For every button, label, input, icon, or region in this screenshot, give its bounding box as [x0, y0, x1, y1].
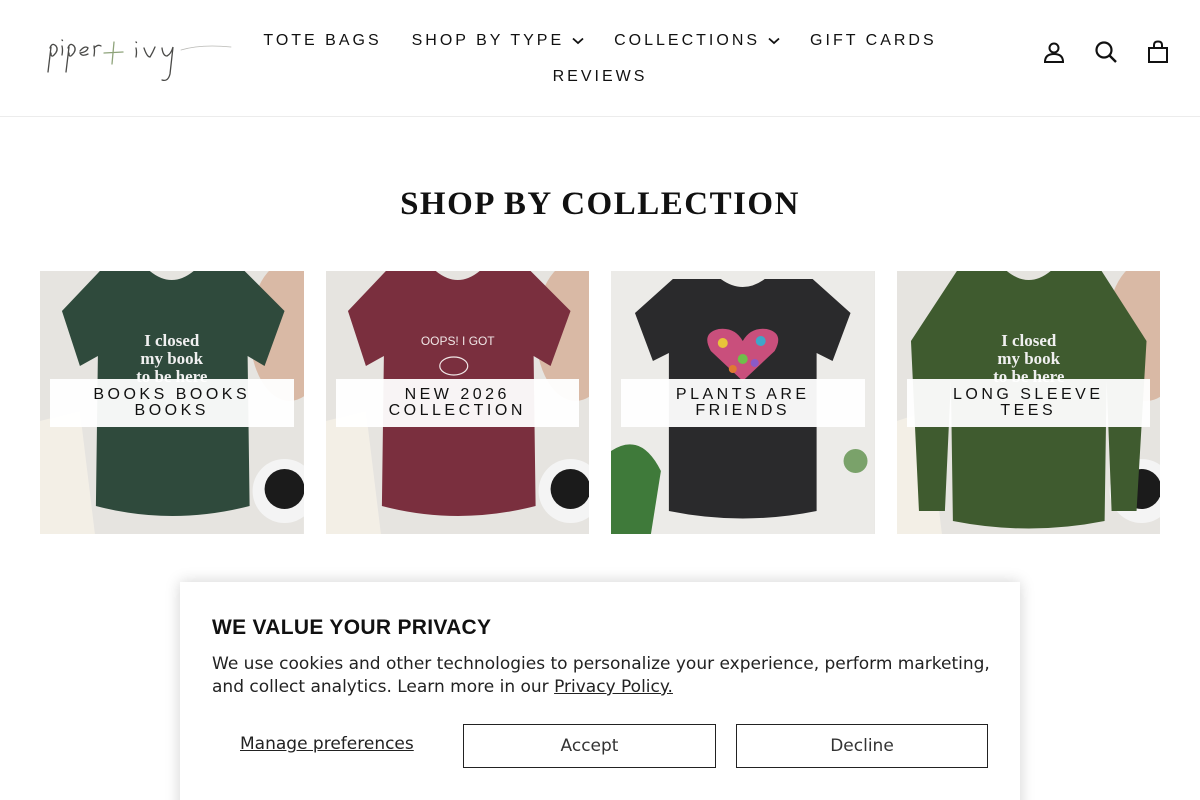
nav-item-label: GIFT CARDS — [810, 32, 937, 49]
brand-logo[interactable] — [46, 30, 236, 86]
svg-text:I closed: I closed — [1001, 331, 1057, 350]
nav-item-tote-bags[interactable]: TOTE BAGS — [263, 32, 381, 50]
accept-button[interactable]: Accept — [463, 724, 716, 768]
nav-row-primary: TOTE BAGS SHOP BY TYPE COLLECTIONS GIFT … — [250, 26, 950, 56]
header-icons — [1042, 40, 1170, 64]
cookie-title: WE VALUE YOUR PRIVACY — [212, 616, 492, 639]
collection-card-long-sleeve-tees[interactable]: I closed my book to be here LONG SLEEVE … — [896, 271, 1160, 534]
manage-preferences-link[interactable]: Manage preferences — [240, 734, 414, 754]
nav-item-reviews[interactable]: REVIEWS — [553, 68, 648, 86]
collection-label: NEW 2026 COLLECTION — [335, 379, 579, 427]
cookie-text: We use cookies and other technologies to… — [212, 653, 992, 699]
decline-button[interactable]: Decline — [736, 724, 988, 768]
cart-icon[interactable] — [1146, 40, 1170, 64]
nav-item-collections[interactable]: COLLECTIONS — [614, 32, 780, 50]
nav-item-label: TOTE BAGS — [263, 32, 382, 49]
nav-item-shop-by-type[interactable]: SHOP BY TYPE — [412, 32, 585, 50]
nav-item-gift-cards[interactable]: GIFT CARDS — [810, 32, 937, 50]
nav-item-label: SHOP BY TYPE — [411, 32, 565, 49]
nav-row-secondary: REVIEWS — [250, 62, 950, 92]
site-header: TOTE BAGS SHOP BY TYPE COLLECTIONS GIFT … — [0, 0, 1200, 117]
chevron-down-icon — [572, 37, 584, 45]
svg-text:my book: my book — [140, 349, 203, 368]
privacy-policy-link[interactable]: Privacy Policy. — [554, 677, 673, 697]
collection-card-new-2026-collection[interactable]: OOPS! I GOT NEW 2026 COLLECTION — [325, 271, 589, 534]
svg-text:my book: my book — [997, 349, 1060, 368]
svg-text:I closed: I closed — [144, 331, 200, 350]
main-nav: TOTE BAGS SHOP BY TYPE COLLECTIONS GIFT … — [250, 26, 950, 92]
brand-logo-image — [47, 39, 232, 82]
nav-item-label: REVIEWS — [552, 68, 648, 85]
chevron-down-icon — [768, 37, 780, 45]
collection-label: PLANTS ARE FRIENDS — [621, 379, 865, 427]
svg-text:OOPS! I GOT: OOPS! I GOT — [420, 334, 494, 348]
collection-label: BOOKS BOOKS BOOKS — [50, 379, 294, 427]
section-title: SHOP BY COLLECTION — [400, 186, 800, 222]
collection-grid: I closed my book to be here BOOKS BOOKS … — [40, 271, 1160, 534]
cookie-banner: WE VALUE YOUR PRIVACY We use cookies and… — [180, 582, 1020, 800]
collection-card-plants-are-friends[interactable]: PLANTS ARE FRIENDS — [611, 271, 875, 534]
account-icon[interactable] — [1042, 40, 1066, 64]
search-icon[interactable] — [1094, 40, 1118, 64]
collection-label: LONG SLEEVE TEES — [906, 379, 1150, 427]
nav-item-label: COLLECTIONS — [614, 32, 761, 49]
collection-card-books-books-books[interactable]: I closed my book to be here BOOKS BOOKS … — [40, 271, 304, 534]
